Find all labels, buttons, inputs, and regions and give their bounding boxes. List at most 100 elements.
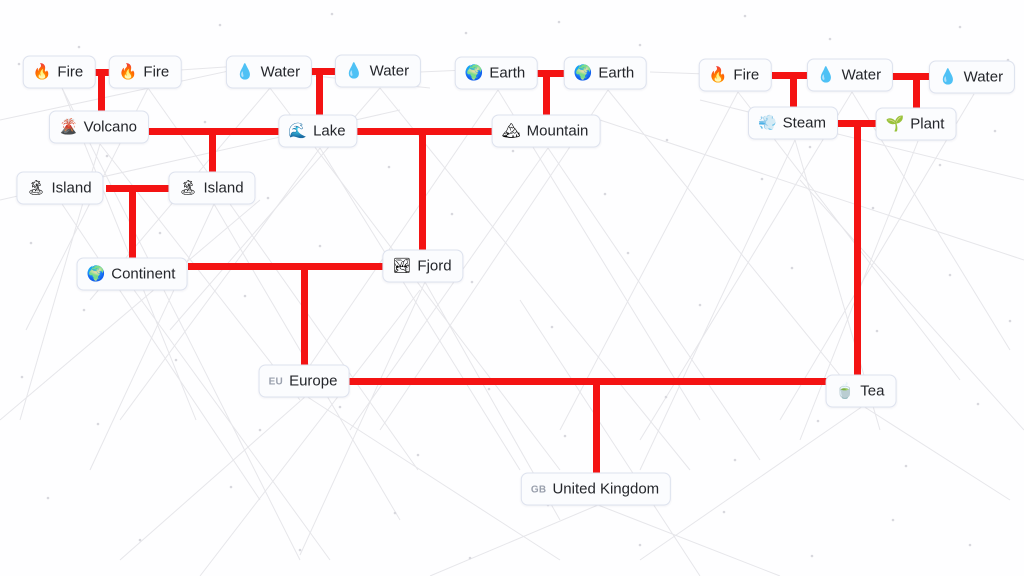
fire-emoji: 🔥 — [708, 65, 728, 84]
recipe-node-fire1[interactable]: 🔥 Fire — [22, 55, 96, 89]
recipe-node-water2[interactable]: 💧 Water — [334, 54, 422, 88]
recipe-node-plant[interactable]: 🌱 Plant — [875, 107, 957, 141]
background-dot — [387, 165, 391, 169]
recipe-node-label: Mountain — [526, 122, 589, 140]
faint-line — [639, 405, 864, 561]
background-dot — [229, 485, 233, 489]
background-dot — [105, 154, 109, 158]
background-dot — [77, 45, 81, 49]
background-dot — [487, 387, 491, 391]
recipe-node-label: Volcano — [83, 118, 138, 136]
faint-line — [547, 147, 761, 461]
faint-line — [199, 289, 421, 576]
background-dot — [393, 511, 397, 515]
background-dot — [464, 31, 468, 35]
recipe-node-label: Lake — [313, 122, 346, 140]
faint-line — [599, 119, 1024, 261]
background-dot — [875, 329, 879, 333]
volcano-emoji: 🌋 — [58, 117, 78, 136]
droplet-emoji: 💧 — [235, 62, 255, 81]
droplet-emoji: 💧 — [344, 61, 364, 80]
faint-line — [779, 93, 975, 421]
background-dot — [810, 554, 814, 558]
background-dot — [1008, 319, 1012, 323]
recipe-edge-h-lake-mountain — [356, 128, 493, 135]
background-dot — [82, 308, 86, 312]
recipe-node-lake[interactable]: 🌊 Lake — [278, 114, 358, 148]
recipe-edge-v-to-europe — [301, 263, 308, 369]
background-dot — [330, 12, 334, 16]
recipe-node-fjord[interactable]: 🏞 Fjord — [382, 249, 464, 283]
background-dot — [638, 43, 642, 47]
dash-emoji: 💨 — [757, 113, 777, 132]
recipe-edge-v-to-lake — [316, 68, 323, 118]
droplet-emoji: 💧 — [938, 67, 958, 86]
recipe-node-water4[interactable]: 💧 Water — [928, 60, 1016, 94]
background-dot — [318, 244, 322, 248]
background-dot — [416, 453, 420, 457]
recipe-node-volcano[interactable]: 🌋 Volcano — [48, 110, 150, 144]
fire-emoji: 🔥 — [118, 62, 138, 81]
fire-emoji: 🔥 — [32, 62, 52, 81]
recipe-node-water3[interactable]: 💧 Water — [806, 58, 894, 92]
faint-line — [349, 147, 549, 431]
faint-line — [213, 203, 401, 521]
recipe-node-mountain[interactable]: 🏔 Mountain — [491, 114, 601, 148]
background-dot — [733, 458, 737, 462]
faint-line — [299, 281, 426, 556]
recipe-node-label: Water — [260, 63, 301, 81]
faint-line — [61, 203, 261, 501]
recipe-node-island2[interactable]: 🏝 Island — [168, 171, 256, 205]
background-dot — [808, 145, 812, 149]
recipe-node-steam[interactable]: 💨 Steam — [747, 106, 839, 140]
background-dot — [603, 192, 607, 196]
recipe-node-label: Fire — [57, 63, 84, 81]
island-emoji: 🏝 — [178, 178, 198, 197]
recipe-node-continent[interactable]: 🌍 Continent — [76, 257, 188, 291]
recipe-node-europe[interactable]: EU Europe — [258, 364, 350, 398]
teacup-emoji: 🍵 — [835, 381, 855, 400]
background-dot — [664, 395, 668, 399]
background-dot — [722, 510, 726, 514]
recipe-node-water1[interactable]: 💧 Water — [225, 55, 313, 89]
recipe-node-fire2[interactable]: 🔥 Fire — [108, 55, 182, 89]
background-dot — [871, 206, 875, 210]
faint-line — [133, 289, 331, 561]
recipe-edge-v-to-uk — [593, 378, 600, 474]
recipe-node-label: Steam — [782, 114, 827, 132]
faint-line — [61, 87, 301, 561]
background-dot — [158, 231, 162, 235]
background-dot — [243, 294, 247, 298]
recipe-edge-v-to-continent — [129, 185, 136, 261]
recipe-node-fire3[interactable]: 🔥 Fire — [698, 58, 772, 92]
background-dot — [948, 273, 952, 277]
recipe-node-uk[interactable]: GB United Kingdom — [520, 472, 672, 506]
background-dot — [218, 23, 222, 27]
recipe-node-tea[interactable]: 🍵 Tea — [825, 374, 897, 408]
recipe-edge-h-water3-water4 — [888, 73, 934, 80]
background-dot — [968, 543, 972, 547]
recipe-node-island1[interactable]: 🏝 Island — [16, 171, 104, 205]
recipe-edge-h-island1-island2 — [106, 185, 172, 192]
recipe-tree-canvas[interactable]: 🔥 Fire 🔥 Fire 💧 Water 💧 Water 🌍 Earth 🌍 Earth 🔥 Fire 💧… — [0, 0, 1024, 576]
faint-line — [119, 395, 307, 561]
recipe-node-label: Earth — [598, 64, 635, 82]
recipe-node-label: Earth — [489, 64, 526, 82]
recipe-node-earth1[interactable]: 🌍 Earth — [454, 56, 538, 90]
background-dot — [46, 496, 50, 500]
background-dot — [828, 37, 832, 41]
recipe-node-label: Island — [203, 179, 244, 197]
mountain-emoji: 🏔 — [501, 121, 521, 140]
faint-line — [319, 147, 521, 471]
background-dot — [258, 428, 262, 432]
recipe-edge-v-to-island2 — [209, 128, 216, 174]
background-dot — [743, 14, 747, 18]
globe-emoji: 🌍 — [573, 63, 593, 82]
background-dot — [557, 20, 561, 24]
recipe-node-label: Water — [841, 66, 882, 84]
wave-emoji: 🌊 — [288, 121, 308, 140]
faint-line — [649, 71, 707, 75]
recipe-node-label: Fire — [143, 63, 170, 81]
recipe-edge-h-volcano-lake — [148, 128, 282, 135]
recipe-node-earth2[interactable]: 🌍 Earth — [563, 56, 647, 90]
